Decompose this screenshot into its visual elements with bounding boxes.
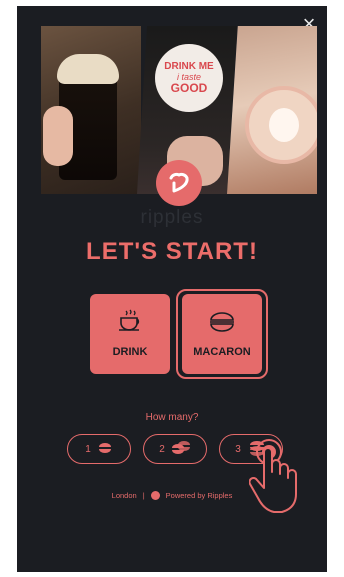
drink-option-button[interactable]: DRINK <box>90 294 170 374</box>
quantity-2-button[interactable]: 2 <box>143 434 207 464</box>
printed-cup: DRINK ME i taste GOOD <box>155 44 223 112</box>
coffee-cup-icon <box>117 309 143 338</box>
ripples-small-logo-icon <box>150 491 160 500</box>
page-title: LET'S START! <box>86 238 258 265</box>
powered-by-link[interactable]: Powered by Ripples <box>166 491 233 500</box>
brand-name: ripples <box>140 207 204 228</box>
app-screen: × DRINK ME i taste GOOD ripples LET'S ST… <box>17 6 327 572</box>
beer-photo <box>41 26 141 194</box>
location-link[interactable]: London <box>112 491 137 500</box>
footer-separator: | <box>142 491 145 500</box>
ripples-logo-icon <box>156 160 202 206</box>
macaron-stack-icon <box>171 440 191 458</box>
quantity-1-button[interactable]: 1 <box>67 434 131 464</box>
tap-hand-icon <box>248 438 305 520</box>
latte-photo <box>227 26 317 194</box>
macaron-icon <box>97 442 113 457</box>
macaron-option-button[interactable]: MACARON <box>182 294 262 374</box>
quantity-prompt: How many? <box>145 412 199 423</box>
macaron-icon <box>208 311 236 338</box>
